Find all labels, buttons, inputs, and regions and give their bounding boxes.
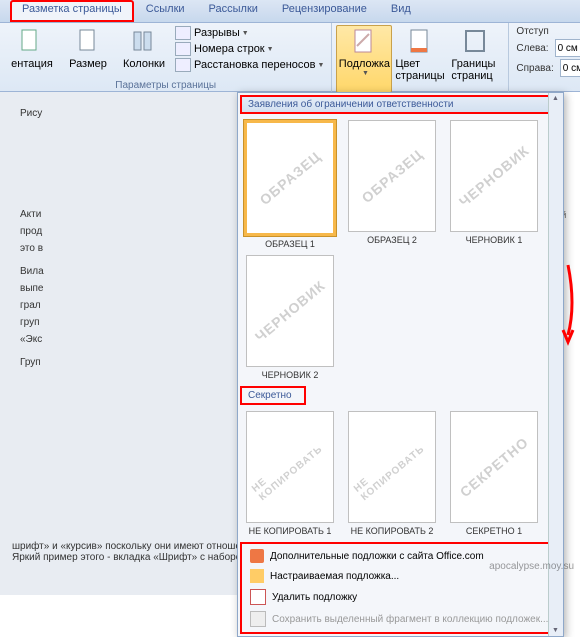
thumb-obrazets-2[interactable]: ОБРАЗЕЦОБРАЗЕЦ 2 bbox=[344, 120, 440, 249]
menu-save-selection: Сохранить выделенный фрагмент в коллекци… bbox=[244, 608, 557, 630]
hyphenation-button[interactable]: Расстановка переносов▼ bbox=[172, 57, 327, 73]
watermark-button[interactable]: Подложка▼ bbox=[336, 25, 392, 93]
save-icon bbox=[250, 611, 266, 627]
chevron-down-icon: ▼ bbox=[362, 70, 369, 77]
tab-review[interactable]: Рецензирование bbox=[270, 0, 379, 22]
tab-page-layout[interactable]: Разметка страницы bbox=[10, 0, 134, 22]
indent-header: Отступ bbox=[513, 25, 580, 38]
watermark-label: Подложка bbox=[339, 58, 390, 70]
page-borders-icon bbox=[462, 28, 490, 56]
thumb-nocopy-2[interactable]: НЕ КОПИРОВАТЬНЕ КОПИРОВАТЬ 2 bbox=[344, 411, 440, 536]
tab-mailings[interactable]: Рассылки bbox=[197, 0, 270, 22]
thumb-nocopy-1[interactable]: НЕ КОПИРОВАТЬНЕ КОПИРОВАТЬ 1 bbox=[242, 411, 338, 536]
indent-right-row: Справа: bbox=[513, 58, 580, 78]
page-color-label: Цвет страницы bbox=[395, 58, 445, 82]
thumb-secret-1[interactable]: СЕКРЕТНОСЕКРЕТНО 1 bbox=[446, 411, 542, 536]
ribbon-tabs: Разметка страницы Ссылки Рассылки Реценз… bbox=[0, 0, 580, 23]
indent-left-input[interactable] bbox=[555, 39, 580, 57]
thumb-chernovik-1[interactable]: ЧЕРНОВИКЧЕРНОВИК 1 bbox=[446, 120, 542, 249]
watermark-icon bbox=[350, 28, 378, 56]
columns-icon bbox=[130, 28, 158, 56]
source-url: apocalypse.moy.su bbox=[489, 561, 574, 572]
custom-icon bbox=[250, 569, 264, 583]
orientation-label: ентация bbox=[11, 58, 53, 70]
orientation-icon bbox=[18, 28, 46, 56]
tab-view[interactable]: Вид bbox=[379, 0, 423, 22]
group-background: Подложка▼ Цвет страницы Границы страниц bbox=[332, 23, 509, 95]
size-label: Размер bbox=[69, 58, 107, 70]
page-color-icon bbox=[406, 28, 434, 56]
breaks-button[interactable]: Разрывы▼ bbox=[172, 25, 327, 41]
line-numbers-button[interactable]: Номера строк▼ bbox=[172, 41, 327, 57]
document-area: Рису Акти прод это в Вила выпе грал груп… bbox=[0, 92, 277, 595]
red-arrow-annotation bbox=[558, 260, 578, 350]
group-page-setup: ентация Размер Колонки Разрывы▼ Номера с… bbox=[0, 23, 332, 95]
thumb-obrazets-1[interactable]: ОБРАЗЕЦОБРАЗЕЦ 1 bbox=[242, 120, 338, 249]
columns-button[interactable]: Колонки bbox=[116, 25, 172, 73]
chevron-down-icon: ▼ bbox=[242, 30, 249, 37]
page-color-button[interactable]: Цвет страницы bbox=[392, 25, 448, 93]
gallery-footer: Дополнительные подложки с сайта Office.c… bbox=[240, 542, 561, 634]
gallery-section-disclaimer: Заявления об ограничении ответственности bbox=[240, 95, 561, 114]
watermark-gallery: Заявления об ограничении ответственности… bbox=[237, 92, 564, 637]
gallery-scrollbar[interactable] bbox=[548, 93, 563, 636]
page-borders-label: Границы страниц bbox=[451, 58, 501, 82]
gallery-grid-1: ОБРАЗЕЦОБРАЗЕЦ 1 ОБРАЗЕЦОБРАЗЕЦ 2 ЧЕРНОВ… bbox=[238, 116, 563, 384]
office-icon bbox=[250, 549, 264, 563]
columns-label: Колонки bbox=[123, 58, 165, 70]
chevron-down-icon: ▼ bbox=[317, 62, 324, 69]
hyphenation-icon bbox=[175, 58, 191, 72]
indent-left-row: Слева: bbox=[513, 38, 580, 58]
thumb-chernovik-2[interactable]: ЧЕРНОВИКЧЕРНОВИК 2 bbox=[242, 255, 338, 380]
ribbon: ентация Размер Колонки Разрывы▼ Номера с… bbox=[0, 23, 580, 92]
page-borders-button[interactable]: Границы страниц bbox=[448, 25, 504, 93]
indent-right-input[interactable] bbox=[560, 59, 580, 77]
breaks-icon bbox=[175, 26, 191, 40]
line-numbers-icon bbox=[175, 42, 191, 56]
size-icon bbox=[74, 28, 102, 56]
gallery-section-secret: Секретно bbox=[240, 386, 306, 405]
orientation-button[interactable]: ентация bbox=[4, 25, 60, 73]
size-button[interactable]: Размер bbox=[60, 25, 116, 73]
gallery-grid-2: НЕ КОПИРОВАТЬНЕ КОПИРОВАТЬ 1 НЕ КОПИРОВА… bbox=[238, 407, 563, 540]
tab-references[interactable]: Ссылки bbox=[134, 0, 197, 22]
remove-icon bbox=[250, 589, 266, 605]
menu-remove-watermark[interactable]: Удалить подложку bbox=[244, 586, 557, 608]
chevron-down-icon: ▼ bbox=[267, 46, 274, 53]
group-indent: Отступ Слева: Справа: bbox=[509, 23, 580, 95]
